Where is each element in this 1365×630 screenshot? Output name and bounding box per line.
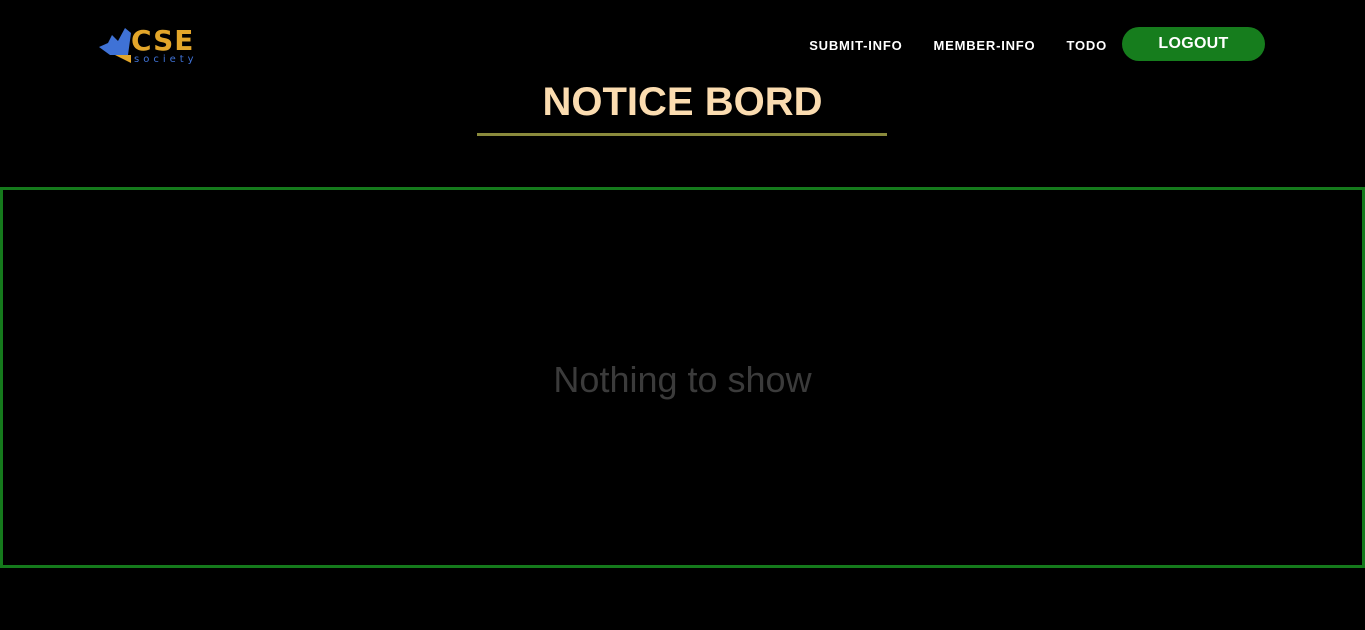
nav-todo[interactable]: TODO [1066,38,1107,53]
logo-subtext: society [134,54,198,65]
nav-submit-info[interactable]: SUBMIT-INFO [809,38,902,53]
title-underline [477,133,887,136]
logo-text: CSE [131,24,195,57]
cse-society-logo[interactable]: CSE society [98,25,208,69]
page-title: NOTICE BORD [542,80,823,124]
top-nav: SUBMIT-INFO MEMBER-INFO TODO LOGOUT [809,27,1265,61]
notice-board: Nothing to show [0,187,1365,568]
nav-member-info[interactable]: MEMBER-INFO [934,38,1036,53]
empty-state-message: Nothing to show [553,358,812,400]
page: CSE society SUBMIT-INFO MEMBER-INFO TODO… [0,0,1365,630]
logout-button[interactable]: LOGOUT [1122,27,1265,61]
